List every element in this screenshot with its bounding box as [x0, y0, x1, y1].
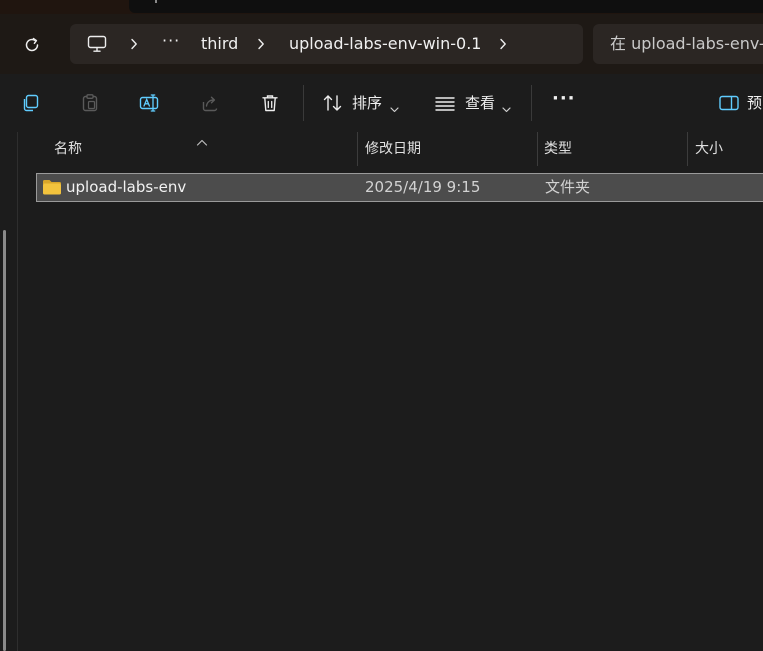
file-modified: 2025/4/19 9:15 [365, 178, 481, 196]
chevron-right-icon[interactable] [257, 24, 265, 64]
sort-button[interactable]: 排序 [352, 92, 382, 114]
sort-ascending-icon [196, 132, 208, 151]
search-placeholder: 在 upload-labs-env-win-0.1 中搜索 [610, 34, 763, 53]
chevron-right-icon[interactable] [499, 24, 507, 64]
folder-icon [43, 180, 61, 195]
breadcrumb-item-current[interactable]: upload-labs-env-win-0.1 [289, 24, 481, 64]
rename-icon[interactable] [138, 91, 162, 115]
chevron-down-icon[interactable] [502, 98, 511, 117]
sort-icon[interactable] [321, 91, 345, 115]
view-icon[interactable] [433, 91, 457, 115]
chevron-right-icon[interactable] [130, 24, 138, 64]
chevron-down-icon[interactable] [390, 98, 399, 117]
tab-edge-mark [155, 0, 157, 3]
preview-pane-icon[interactable] [717, 91, 741, 115]
column-divider[interactable] [687, 132, 688, 166]
breadcrumb-overflow[interactable]: ··· [162, 21, 180, 61]
search-input[interactable]: 在 upload-labs-env-win-0.1 中搜索 [593, 24, 763, 64]
refresh-button[interactable] [17, 30, 47, 60]
preview-button[interactable]: 预览 [747, 92, 763, 114]
view-button[interactable]: 查看 [465, 92, 495, 114]
tab-strip [0, 0, 763, 14]
table-row[interactable]: upload-labs-env 2025/4/19 9:15 文件夹 [36, 173, 763, 202]
command-bar: 排序 查看 ··· 预览 [0, 74, 763, 132]
navigation-pane [0, 132, 18, 651]
navigation-scrollbar[interactable] [3, 230, 6, 651]
active-tab[interactable] [129, 0, 763, 13]
delete-icon[interactable] [258, 91, 282, 115]
column-header-size[interactable]: 大小 [695, 132, 723, 166]
command-separator [303, 85, 304, 121]
column-header-modified[interactable]: 修改日期 [365, 132, 421, 166]
column-divider[interactable] [537, 132, 538, 166]
file-list: 名称 修改日期 类型 大小 upload-labs-env 2025/4/19 … [18, 132, 763, 651]
copy-icon[interactable] [18, 91, 42, 115]
paste-icon[interactable] [78, 91, 102, 115]
command-separator [531, 85, 532, 121]
file-type: 文件夹 [545, 178, 591, 196]
computer-icon[interactable] [87, 24, 107, 64]
breadcrumb[interactable]: ··· third upload-labs-env-win-0.1 [70, 24, 583, 64]
file-explorer-window: ··· third upload-labs-env-win-0.1 在 uplo… [0, 0, 763, 651]
refresh-icon [25, 37, 39, 52]
address-row: ··· third upload-labs-env-win-0.1 在 uplo… [0, 14, 763, 74]
share-icon[interactable] [198, 91, 222, 115]
column-divider[interactable] [357, 132, 358, 166]
file-name[interactable]: upload-labs-env [66, 174, 186, 201]
more-options-button[interactable]: ··· [552, 88, 576, 110]
column-header-name[interactable]: 名称 [54, 132, 82, 166]
breadcrumb-item-third[interactable]: third [201, 24, 238, 64]
column-header-type[interactable]: 类型 [544, 132, 572, 166]
